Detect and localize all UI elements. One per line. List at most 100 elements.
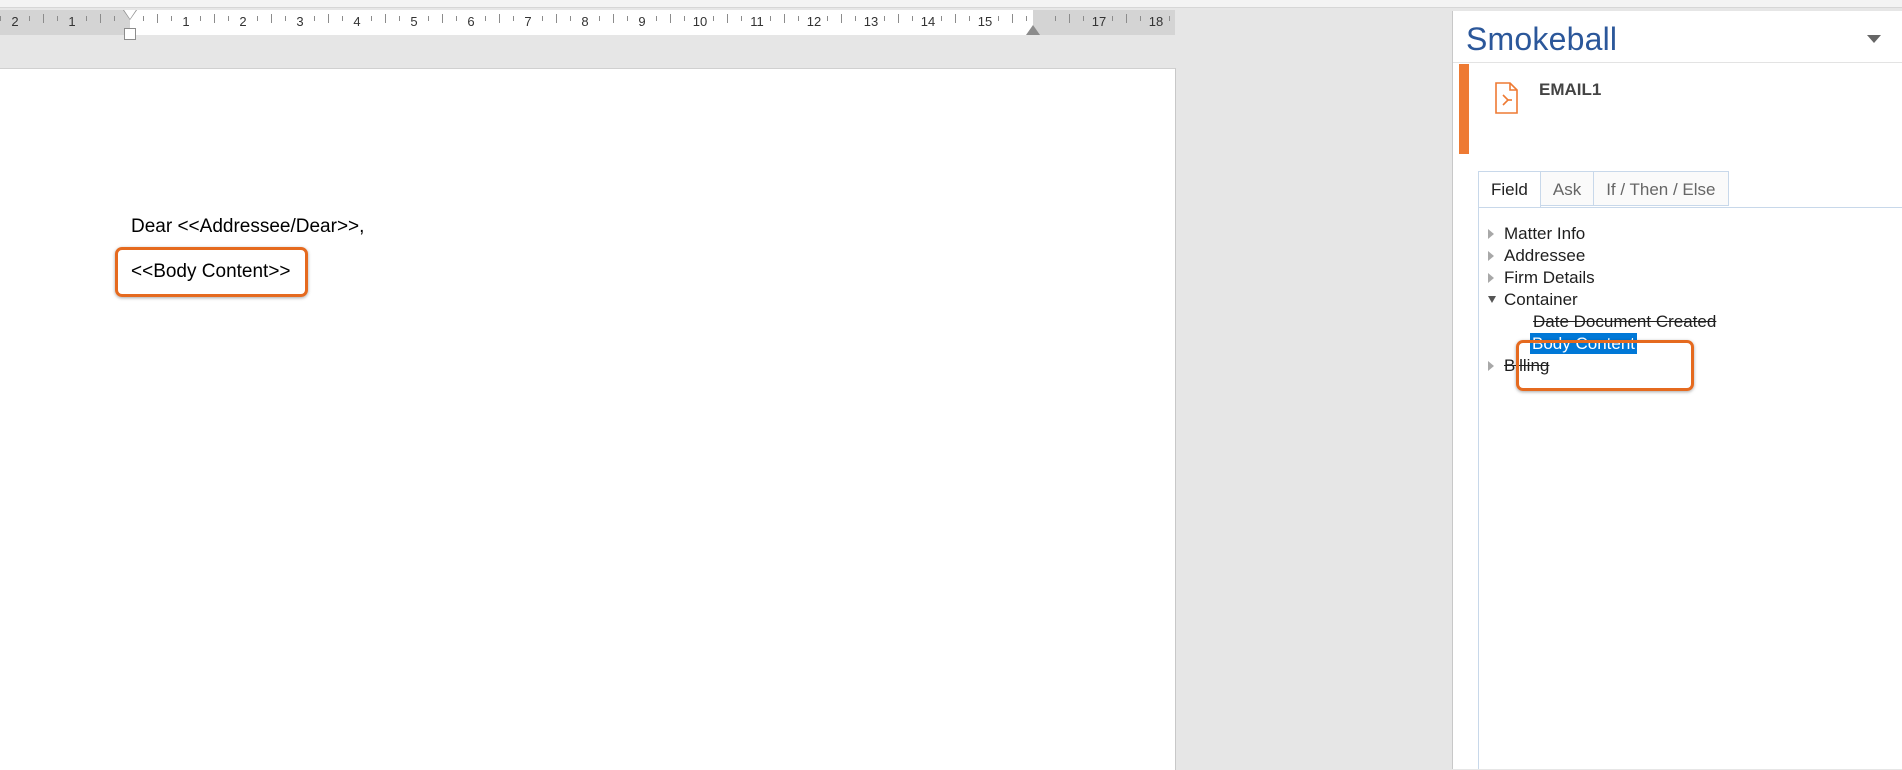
ruler-tick [599,16,600,21]
ruler-number: 12 [806,14,822,29]
ruler-tick [1069,14,1070,23]
pane-title: Smokeball [1466,21,1618,57]
ruler-tick [998,16,999,21]
ruler-tick [827,16,828,21]
ribbon-edge [0,0,1902,8]
ruler-tick [200,16,201,21]
ruler-tick [855,16,856,21]
ruler-number: 17 [1091,14,1107,29]
document-icon [1495,82,1518,114]
ruler-tick [0,16,1,21]
ruler-tick [114,16,115,21]
ruler-tick [1026,16,1027,21]
horizontal-ruler[interactable]: 2 1 1 2 3 4 5 6 7 8 9 10 11 12 13 14 15 17 18 [0,10,1175,40]
document-item[interactable]: EMAIL1 [1459,64,1902,154]
ruler-tick [428,16,429,21]
ruler-number: 11 [750,14,764,29]
ruler-number: 8 [581,14,589,29]
expand-arrow-icon[interactable] [1488,272,1500,284]
ruler-tick [684,16,685,21]
accent-bar [1459,64,1469,154]
ruler-tick [485,16,486,21]
body-content-highlight [115,247,308,297]
ruler-tick [969,16,970,21]
ruler-number: 2 [11,14,19,29]
ruler-tick [257,16,258,21]
ruler-tick [342,16,343,21]
ruler-tick [499,14,500,23]
tab-ask[interactable]: Ask [1540,171,1595,206]
ruler-tick [442,14,443,23]
ruler-number: 1 [182,14,190,29]
tree-item-label: Matter Info [1504,224,1586,243]
ruler-number: 15 [977,14,993,29]
ruler-tick [784,14,785,23]
ruler-tick [456,16,457,21]
ruler-tick [627,16,628,21]
tree-item-label: Addressee [1504,246,1586,265]
ruler-tick [727,14,728,23]
right-indent-marker[interactable] [1026,25,1040,35]
ruler-tick [1055,16,1056,21]
expand-arrow-icon[interactable] [1488,228,1500,240]
ruler-number: 9 [638,14,646,29]
ruler-tick [228,16,229,21]
ruler-number: 10 [692,14,708,29]
ruler-tick [912,16,913,21]
ruler-tick [898,14,899,23]
ruler-tick [143,16,144,21]
ruler-tick [1169,16,1170,21]
ruler-tick [670,14,671,23]
ruler-tick [371,16,372,21]
tree-item-label: Date Document Created [1533,312,1717,331]
first-line-indent-marker-fill [124,10,136,19]
ruler-tick [1126,14,1127,23]
ruler-tick [285,16,286,21]
ruler-number: 6 [467,14,475,29]
ruler-tick [86,16,87,21]
ruler-tick [171,16,172,21]
ruler-tick [100,14,101,23]
ruler-tick [385,14,386,23]
ruler-tick [513,16,514,21]
ruler-tick [214,14,215,23]
ruler-tick [613,14,614,23]
collapse-arrow-icon[interactable] [1488,294,1500,306]
ruler-number: 3 [296,14,304,29]
ruler-tick [570,16,571,21]
expand-arrow-icon[interactable] [1488,360,1500,372]
expand-arrow-icon[interactable] [1488,250,1500,262]
body-content-tree-highlight [1516,340,1694,391]
ruler-tick [1140,16,1141,21]
ruler-tick [57,16,58,21]
ruler-tick [314,16,315,21]
ruler-tick [1083,16,1084,21]
ruler-tick [741,16,742,21]
ruler-tick [556,14,557,23]
ruler-number: 18 [1148,14,1164,29]
document-page[interactable]: Dear <<Addressee/Dear>>, <<Body Content>… [0,68,1176,770]
tree-item-label: Container [1504,290,1578,309]
ruler-number: 7 [524,14,532,29]
left-indent-marker[interactable] [124,28,136,40]
ruler-number: 14 [920,14,936,29]
ruler-number: 1 [68,14,76,29]
salutation-line[interactable]: Dear <<Addressee/Dear>>, [131,216,364,238]
tab-baseline [1478,207,1902,208]
ruler-tick [1012,14,1013,23]
ruler-tick [29,16,30,21]
ruler-tick [955,14,956,23]
ruler-tick [884,16,885,21]
ruler-tick [798,16,799,21]
ruler-number: 4 [353,14,361,29]
ruler-number: 5 [410,14,418,29]
tab-field[interactable]: Field [1478,171,1541,208]
ruler-tick [43,14,44,23]
ruler-tick [157,14,158,23]
divider [1453,62,1902,63]
tab-if-then-else[interactable]: If / Then / Else [1594,171,1729,206]
ruler-tick [399,16,400,21]
chevron-down-icon[interactable] [1867,35,1881,43]
ruler-tick [328,14,329,23]
tree-item-label: Firm Details [1504,268,1595,287]
